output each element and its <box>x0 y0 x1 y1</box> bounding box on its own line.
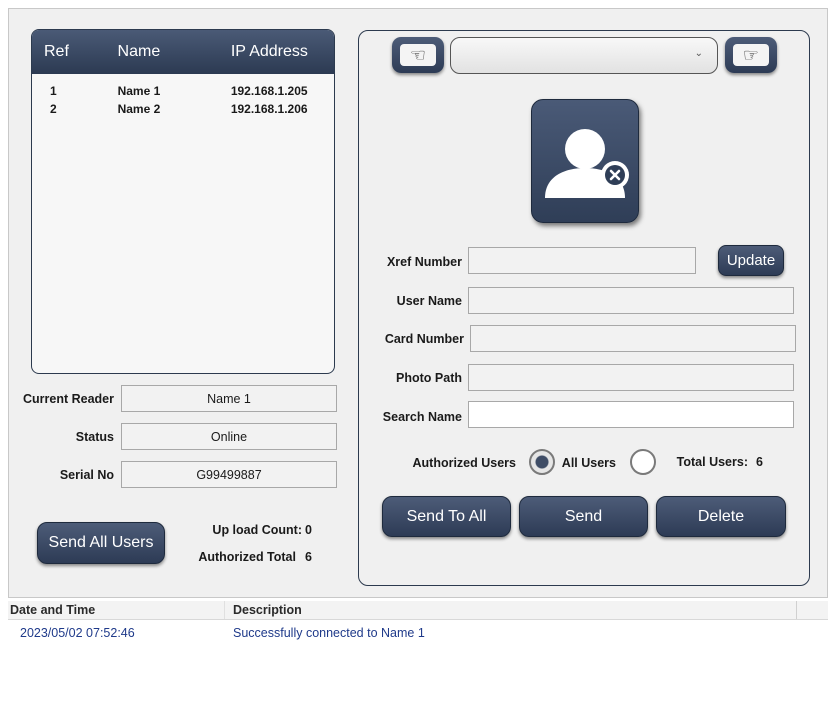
status-label: Status <box>75 430 114 444</box>
total-users-value: 6 <box>756 455 763 469</box>
status-field: Online <box>121 423 337 450</box>
photo-path-field[interactable] <box>468 364 794 391</box>
user-select-dropdown[interactable]: ⌄ <box>450 37 718 74</box>
reader-list-header: Ref Name IP Address <box>32 30 334 74</box>
log-row[interactable]: 2023/05/02 07:52:46 Successfully connect… <box>8 626 828 640</box>
authorized-users-label: Authorized Users <box>412 456 517 470</box>
reader-name: Name 2 <box>117 101 161 116</box>
xref-number-field[interactable] <box>468 247 696 274</box>
log-description: Successfully connected to Name 1 <box>233 626 425 640</box>
column-header-date-time[interactable]: Date and Time <box>8 601 225 619</box>
event-log-header: Date and Time Description <box>8 601 828 620</box>
reader-ref: 1 <box>50 83 57 98</box>
send-button[interactable]: Send <box>519 496 648 537</box>
search-name-input[interactable] <box>468 401 794 428</box>
authorized-total-label: Authorized Total <box>198 550 296 564</box>
authorized-total-value: 6 <box>305 550 312 564</box>
photo-path-label: Photo Path <box>396 371 462 385</box>
delete-button[interactable]: Delete <box>656 496 786 537</box>
hand-pointing-left-icon: ☜ <box>400 44 436 66</box>
reader-name: Name 1 <box>117 83 161 98</box>
chevron-down-icon: ⌄ <box>694 48 703 59</box>
upload-count-label: Up load Count: <box>212 523 302 537</box>
reader-ref: 2 <box>50 101 57 116</box>
reader-ip: 192.168.1.206 <box>230 101 308 116</box>
all-users-radio[interactable] <box>630 449 656 475</box>
total-users-label: Total Users: <box>676 455 748 469</box>
card-number-label: Card Number <box>384 332 464 346</box>
user-remove-icon <box>545 129 629 198</box>
user-photo <box>531 99 639 223</box>
card-number-field[interactable] <box>470 325 796 352</box>
reader-list[interactable]: Ref Name IP Address 1 Name 1 192.168.1.2… <box>31 29 335 374</box>
column-header-name[interactable]: Name <box>102 43 211 61</box>
user-name-label: User Name <box>396 294 462 308</box>
serial-number-field: G99499887 <box>121 461 337 488</box>
next-user-button[interactable]: ☞ <box>725 37 777 73</box>
column-header-ip[interactable]: IP Address <box>211 43 334 61</box>
reader-row[interactable]: 2 Name 2 192.168.1.206 <box>32 101 334 116</box>
send-to-all-button[interactable]: Send To All <box>382 496 511 537</box>
log-time: 2023/05/02 07:52:46 <box>20 626 135 640</box>
reader-row[interactable]: 1 Name 1 192.168.1.205 <box>32 83 334 98</box>
column-header-ref[interactable]: Ref <box>32 43 102 61</box>
user-name-field[interactable] <box>468 287 794 314</box>
search-name-label: Search Name <box>382 410 462 424</box>
upload-count-value: 0 <box>305 523 312 537</box>
current-reader-label: Current Reader <box>23 392 114 406</box>
send-all-users-button[interactable]: Send All Users <box>37 522 165 564</box>
hand-pointing-right-icon: ☞ <box>733 44 769 66</box>
event-log[interactable]: Date and Time Description 2023/05/02 07:… <box>8 601 828 724</box>
current-reader-field: Name 1 <box>121 385 337 412</box>
xref-number-label: Xref Number <box>386 255 462 269</box>
update-button[interactable]: Update <box>718 245 784 276</box>
reader-ip: 192.168.1.205 <box>230 83 308 98</box>
previous-user-button[interactable]: ☜ <box>392 37 444 73</box>
authorized-users-radio[interactable] <box>529 449 555 475</box>
serial-number-label: Serial No <box>59 468 114 482</box>
column-header-description[interactable]: Description <box>225 601 797 619</box>
all-users-label: All Users <box>561 456 616 470</box>
